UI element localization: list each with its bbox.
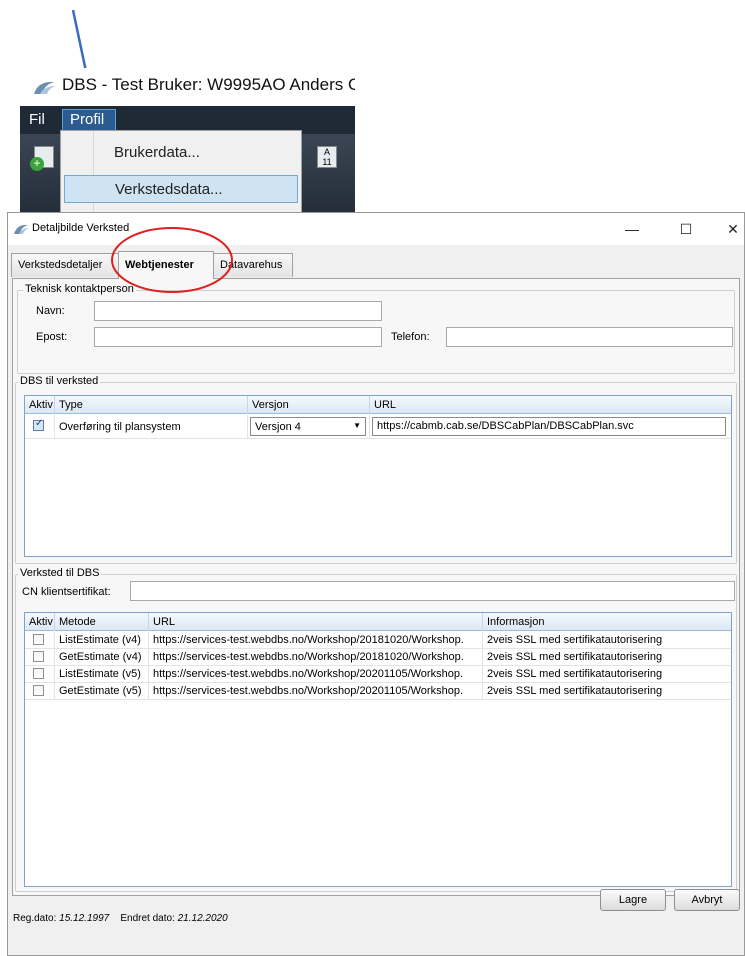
url-cell: https://services-test.webdbs.no/Workshop…	[149, 632, 483, 649]
avbryt-button[interactable]: Avbryt	[674, 889, 740, 911]
group-verksted-til-dbs: Verksted til DBS CN klientsertifikat: Ak…	[15, 567, 737, 892]
versjon-select[interactable]: Versjon 4 ▼	[250, 417, 366, 436]
menu-item-verkstedsdata[interactable]: Verkstedsdata...	[64, 175, 298, 203]
url-field[interactable]: https://cabmb.cab.se/DBSCabPlan/DBSCabPl…	[372, 417, 726, 436]
telefon-label: Telefon:	[391, 331, 430, 343]
table-row[interactable]: ListEstimate (v5) https://services-test.…	[25, 666, 731, 683]
epost-field[interactable]	[94, 327, 382, 347]
profil-dropdown-menu: Brukerdata... Verkstedsdata...	[60, 130, 302, 218]
footer-dates: Reg.dato: 15.12.1997 Endret dato: 21.12.…	[13, 913, 228, 924]
col-header-aktiv[interactable]: Aktiv	[25, 613, 55, 631]
informasjon-cell: 2veis SSL med sertifikatautorisering	[487, 634, 663, 646]
telefon-field[interactable]	[446, 327, 733, 347]
grid-dbs-til-verksted: Aktiv Type Versjon URL Overføring til pl…	[24, 395, 732, 557]
aktiv-cell	[25, 683, 55, 700]
aktiv-cell	[25, 649, 55, 666]
versjon-cell: Versjon 4 ▼	[248, 415, 370, 439]
informasjon-cell: 2veis SSL med sertifikatautorisering	[487, 668, 663, 680]
app-title: DBS - Test Bruker: W9995AO Anders Opp	[62, 75, 355, 94]
dialog-title: Detaljbilde Verksted	[32, 222, 130, 234]
cn-klientsertifikat-label: CN klientsertifikat:	[22, 586, 111, 598]
col-header-versjon[interactable]: Versjon	[248, 396, 370, 414]
col-header-informasjon[interactable]: Informasjon	[483, 613, 733, 631]
tab-webtjenester[interactable]: Webtjenester	[118, 251, 214, 279]
col-header-metode[interactable]: Metode	[55, 613, 149, 631]
table-row[interactable]: Overføring til plansystem Versjon 4 ▼ ht…	[25, 415, 731, 439]
grid-verksted-til-dbs: Aktiv Metode URL Informasjon ListEstimat…	[24, 612, 732, 887]
table-row[interactable]: ListEstimate (v4) https://services-test.…	[25, 632, 731, 649]
app-titlebar: DBS - Test Bruker: W9995AO Anders Opp	[20, 68, 355, 106]
aktiv-checkbox[interactable]	[33, 685, 44, 696]
dialog-detaljbilde-verksted: Detaljbilde Verksted — ☐ ✕ Verkstedsdeta…	[7, 212, 745, 956]
aktiv-checkbox[interactable]	[33, 634, 44, 645]
url-cell: https://cabmb.cab.se/DBSCabPlan/DBSCabPl…	[370, 415, 733, 439]
url-cell: https://services-test.webdbs.no/Workshop…	[149, 649, 483, 666]
new-estimate-icon[interactable]: +	[30, 146, 54, 171]
group-legend-verksted-til-dbs: Verksted til DBS	[18, 567, 102, 579]
aktiv-checkbox[interactable]	[33, 651, 44, 662]
aktiv-checkbox[interactable]	[33, 418, 44, 431]
epost-label: Epost:	[36, 331, 68, 343]
versjon-select-value: Versjon 4	[255, 421, 301, 433]
url-cell: https://services-test.webdbs.no/Workshop…	[149, 666, 483, 683]
group-dbs-til-verksted: DBS til verksted Aktiv Type Versjon URL …	[15, 375, 737, 564]
tab-panel-webtjenester: Teknisk kontaktperson Navn: Epost: Telef…	[12, 278, 740, 896]
aktiv-cell	[25, 632, 55, 649]
col-header-url[interactable]: URL	[370, 396, 733, 414]
endret-dato-value: 21.12.2020	[177, 913, 228, 924]
maximize-button[interactable]: ☐	[666, 217, 706, 241]
metode-cell: ListEstimate (v4)	[55, 632, 149, 649]
group-legend-dbs-til-verksted: DBS til verksted	[18, 375, 101, 387]
aktiv-cell	[25, 415, 55, 439]
menu-item-brukerdata[interactable]: Brukerdata...	[64, 139, 298, 167]
informasjon-cell: 2veis SSL med sertifikatautorisering	[487, 685, 663, 697]
metode-cell: GetEstimate (v5)	[55, 683, 149, 700]
dbs-logo-icon	[34, 81, 56, 94]
add-icon: +	[30, 157, 44, 171]
group-teknisk-kontaktperson: Teknisk kontaktperson Navn: Epost: Telef…	[17, 283, 735, 374]
group-legend-kontakt: Teknisk kontaktperson	[23, 283, 136, 295]
url-cell: https://services-test.webdbs.no/Workshop…	[149, 683, 483, 700]
endret-dato-label: Endret dato:	[120, 913, 175, 924]
metode-cell: ListEstimate (v5)	[55, 666, 149, 683]
type-cell: Overføring til plansystem	[55, 415, 248, 439]
informasjon-cell: 2veis SSL med sertifikatautorisering	[487, 651, 663, 663]
calendar-icon[interactable]: A 11	[317, 146, 337, 168]
tab-verkstedsdetaljer[interactable]: Verkstedsdetaljer	[11, 253, 119, 277]
navn-field[interactable]	[94, 301, 382, 321]
regdato-value: 15.12.1997	[59, 913, 110, 924]
minimize-button[interactable]: —	[612, 217, 652, 241]
regdato-label: Reg.dato:	[13, 913, 57, 924]
col-header-url[interactable]: URL	[149, 613, 483, 631]
app-window-crop: DBS - Test Bruker: W9995AO Anders Opp Fi…	[20, 68, 355, 218]
table-row[interactable]: GetEstimate (v4) https://services-test.w…	[25, 649, 731, 666]
col-header-aktiv[interactable]: Aktiv	[25, 396, 55, 414]
table-row[interactable]: GetEstimate (v5) https://services-test.w…	[25, 683, 731, 700]
dbs-logo-icon	[14, 224, 29, 234]
aktiv-cell	[25, 666, 55, 683]
col-header-type[interactable]: Type	[55, 396, 248, 414]
tab-datavarehus[interactable]: Datavarehus	[213, 253, 293, 277]
close-button[interactable]: ✕	[713, 217, 745, 241]
navn-label: Navn:	[36, 305, 65, 317]
menu-fil[interactable]: Fil	[29, 111, 45, 128]
lagre-button[interactable]: Lagre	[600, 889, 666, 911]
grid-header: Aktiv Metode URL Informasjon	[25, 613, 731, 631]
aktiv-checkbox[interactable]	[33, 668, 44, 679]
cn-klientsertifikat-field[interactable]	[130, 581, 735, 601]
grid-header: Aktiv Type Versjon URL	[25, 396, 731, 414]
dialog-titlebar: Detaljbilde Verksted — ☐ ✕	[8, 213, 744, 245]
chevron-down-icon: ▼	[353, 421, 361, 430]
menu-profil[interactable]: Profil	[62, 109, 116, 131]
metode-cell: GetEstimate (v4)	[55, 649, 149, 666]
